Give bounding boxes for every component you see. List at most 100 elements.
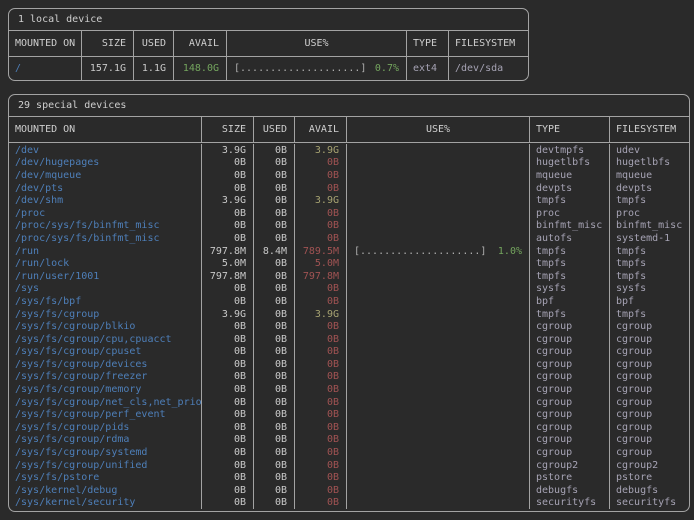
used-cell: 0B — [253, 371, 294, 384]
filesystem-cell: cgroup — [609, 396, 687, 409]
filesystem-cell: cgroup — [609, 333, 687, 346]
table-row: /sys/fs/pstore 0B 0B 0B pstore pstore — [9, 471, 689, 484]
used-cell: 0B — [253, 484, 294, 497]
type-cell: cgroup — [529, 346, 609, 359]
type-cell: cgroup — [529, 358, 609, 371]
type-cell: ext4 — [406, 57, 448, 80]
usage-bar-cell — [346, 295, 529, 308]
used-cell: 0B — [253, 308, 294, 321]
used-cell: 0B — [253, 446, 294, 459]
filesystem-cell: tmpfs — [609, 308, 687, 321]
avail-cell: 0B — [294, 157, 346, 170]
column-header-size: SIZE — [81, 31, 133, 56]
size-cell: 0B — [201, 434, 253, 447]
filesystem-cell: hugetlbfs — [609, 157, 687, 170]
type-cell: tmpfs — [529, 270, 609, 283]
filesystem-cell: tmpfs — [609, 270, 687, 283]
mount-point-cell: /sys/kernel/security — [9, 497, 201, 510]
filesystem-cell: cgroup — [609, 346, 687, 359]
type-cell: cgroup — [529, 371, 609, 384]
table-row: /sys/fs/cgroup/rdma 0B 0B 0B cgroup cgro… — [9, 434, 689, 447]
filesystem-cell: cgroup — [609, 434, 687, 447]
avail-cell: 0B — [294, 295, 346, 308]
table-row: /sys 0B 0B 0B sysfs sysfs — [9, 283, 689, 296]
table-row: /run/lock 5.0M 0B 5.0M tmpfs tmpfs — [9, 257, 689, 270]
column-header-avail: AVAIL — [294, 117, 346, 142]
avail-cell: 0B — [294, 459, 346, 472]
table-row: /sys/fs/cgroup/net_cls,net_prio 0B 0B 0B… — [9, 396, 689, 409]
usage-bar-cell — [346, 471, 529, 484]
column-header-type: TYPE — [406, 31, 448, 56]
type-cell: cgroup — [529, 333, 609, 346]
type-cell: autofs — [529, 232, 609, 245]
table-row: /sys/fs/cgroup/systemd 0B 0B 0B cgroup c… — [9, 446, 689, 459]
filesystem-cell: pstore — [609, 471, 687, 484]
used-cell: 0B — [253, 283, 294, 296]
used-cell: 0B — [253, 333, 294, 346]
size-cell: 0B — [201, 484, 253, 497]
type-cell: cgroup — [529, 396, 609, 409]
usage-bar-cell: [....................] 0.7% — [226, 57, 406, 80]
mount-point-cell: /sys/fs/cgroup/blkio — [9, 320, 201, 333]
avail-cell: 0B — [294, 169, 346, 182]
filesystem-cell: cgroup — [609, 358, 687, 371]
mount-point-cell: /sys/kernel/debug — [9, 484, 201, 497]
avail-cell: 5.0M — [294, 257, 346, 270]
table-row: /sys/kernel/debug 0B 0B 0B debugfs debug… — [9, 484, 689, 497]
avail-cell: 0B — [294, 408, 346, 421]
mount-point-cell: /sys — [9, 283, 201, 296]
used-cell: 0B — [253, 497, 294, 510]
table-row: /proc/sys/fs/binfmt_misc 0B 0B 0B binfmt… — [9, 220, 689, 233]
used-cell: 0B — [253, 207, 294, 220]
avail-cell: 0B — [294, 484, 346, 497]
usage-bar-cell — [346, 169, 529, 182]
size-cell: 797.8M — [201, 270, 253, 283]
filesystem-cell: cgroup — [609, 446, 687, 459]
mount-point-cell: /sys/fs/cgroup/perf_event — [9, 408, 201, 421]
table-row: /sys/fs/cgroup/memory 0B 0B 0B cgroup cg… — [9, 383, 689, 396]
usage-bar-cell — [346, 207, 529, 220]
size-cell: 0B — [201, 371, 253, 384]
usage-bar-cell — [346, 283, 529, 296]
avail-cell: 3.9G — [294, 194, 346, 207]
usage-bar-cell — [346, 257, 529, 270]
filesystem-cell: cgroup — [609, 421, 687, 434]
used-cell: 0B — [253, 459, 294, 472]
size-cell: 3.9G — [201, 144, 253, 157]
type-cell: tmpfs — [529, 245, 609, 258]
mount-point-cell: /dev/mqueue — [9, 169, 201, 182]
column-header-use-pct: USE% — [226, 31, 406, 56]
usage-bar-cell — [346, 358, 529, 371]
type-cell: cgroup — [529, 408, 609, 421]
usage-bar-cell — [346, 333, 529, 346]
type-cell: tmpfs — [529, 257, 609, 270]
size-cell: 0B — [201, 232, 253, 245]
used-cell: 0B — [253, 408, 294, 421]
usage-bar-cell — [346, 182, 529, 195]
avail-cell: 0B — [294, 283, 346, 296]
size-cell: 0B — [201, 497, 253, 510]
table-row: /sys/fs/cgroup/blkio 0B 0B 0B cgroup cgr… — [9, 320, 689, 333]
mount-point-cell: /sys/fs/cgroup/cpuset — [9, 346, 201, 359]
usage-bar-cell — [346, 346, 529, 359]
size-cell: 0B — [201, 207, 253, 220]
filesystem-cell: tmpfs — [609, 245, 687, 258]
type-cell: cgroup — [529, 434, 609, 447]
type-cell: bpf — [529, 295, 609, 308]
mount-point-cell: /sys/fs/cgroup/devices — [9, 358, 201, 371]
mount-point-cell: /sys/fs/cgroup/net_cls,net_prio — [9, 396, 201, 409]
avail-cell: 0B — [294, 421, 346, 434]
type-cell: debugfs — [529, 484, 609, 497]
used-cell: 0B — [253, 182, 294, 195]
usage-bar-cell — [346, 220, 529, 233]
avail-cell: 0B — [294, 358, 346, 371]
terminal-output: 1 local device MOUNTED ON SIZE USED AVAI… — [0, 0, 694, 520]
type-cell: devpts — [529, 182, 609, 195]
filesystem-cell: mqueue — [609, 169, 687, 182]
type-cell: tmpfs — [529, 194, 609, 207]
mount-point-cell: /run/user/1001 — [9, 270, 201, 283]
used-cell: 0B — [253, 434, 294, 447]
filesystem-cell: cgroup — [609, 320, 687, 333]
used-cell: 0B — [253, 383, 294, 396]
mount-point-cell: /sys/fs/cgroup/memory — [9, 383, 201, 396]
